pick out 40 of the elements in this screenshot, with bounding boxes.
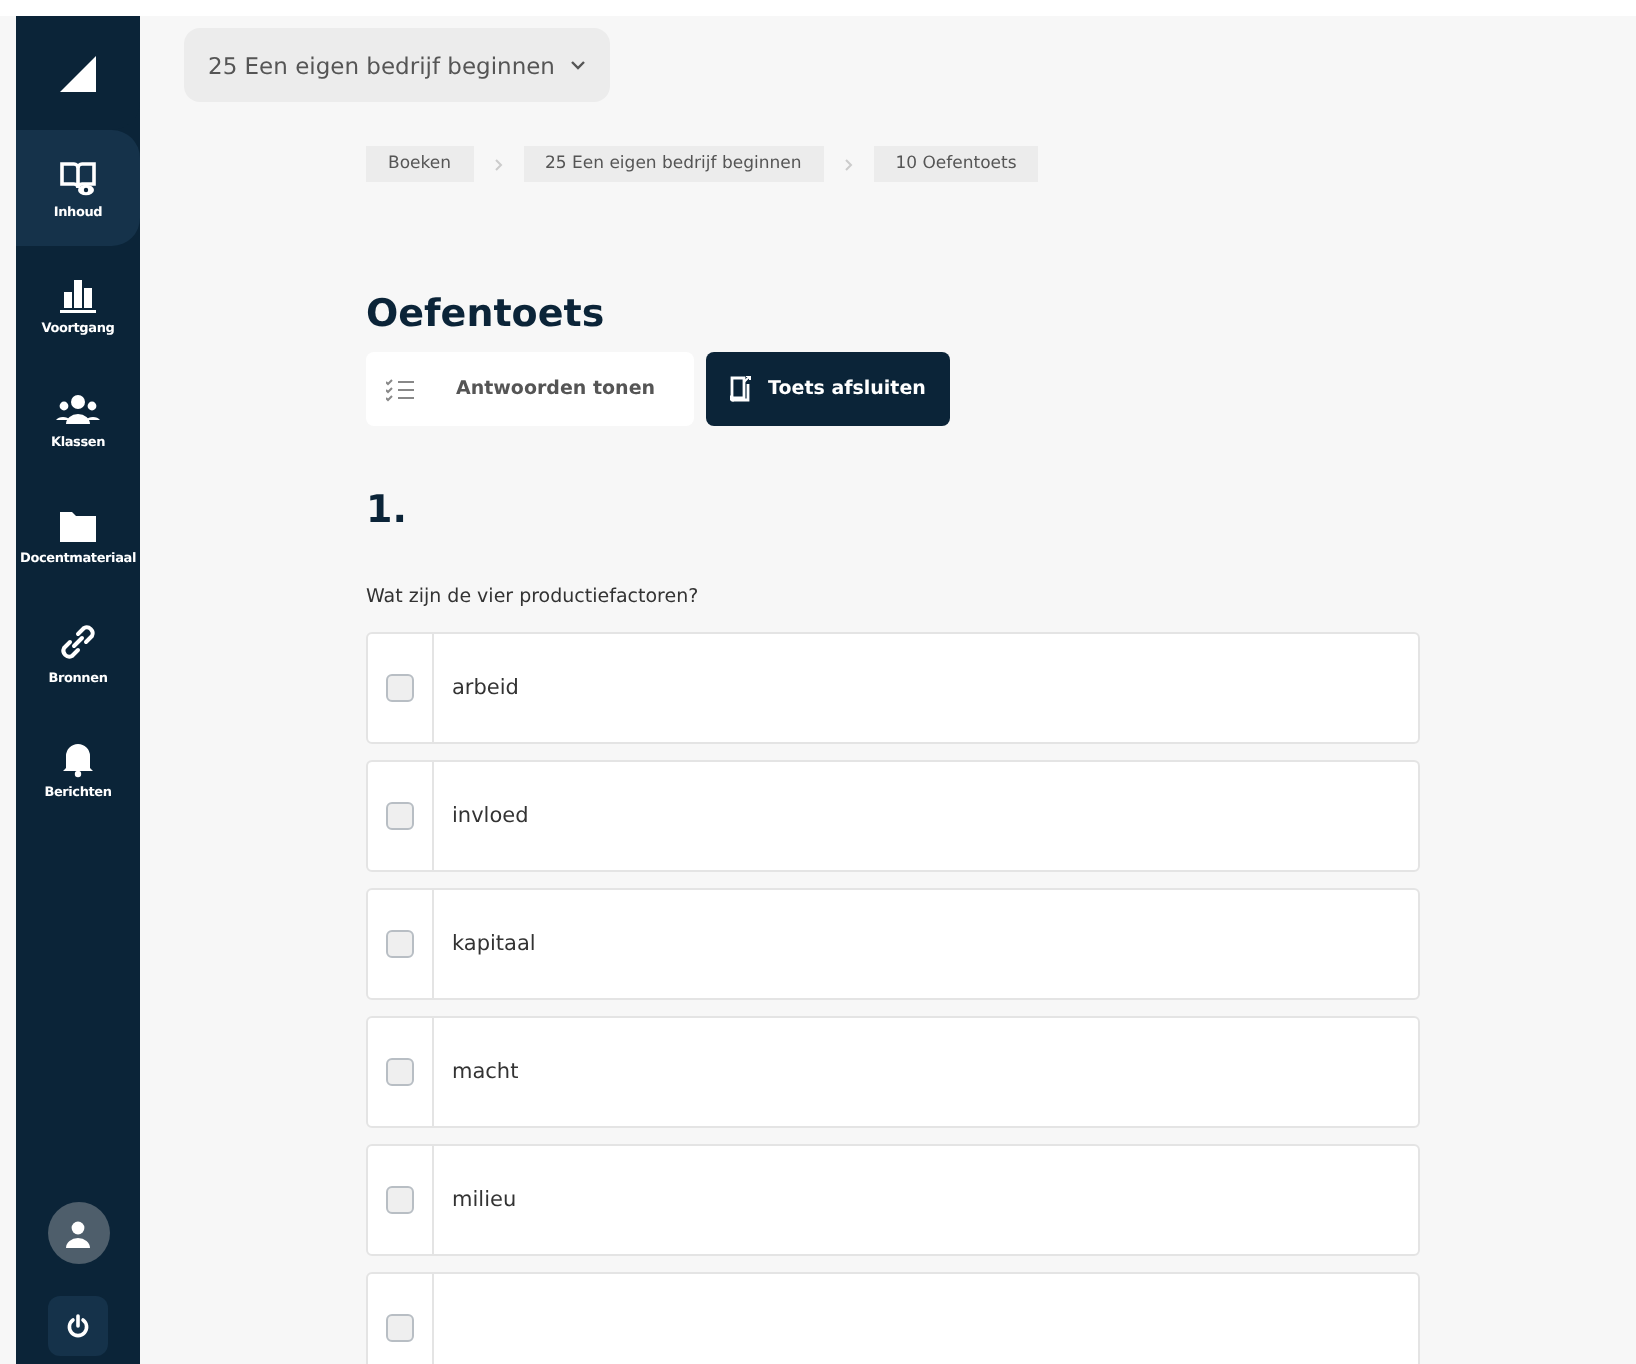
option-label: milieu bbox=[452, 1188, 517, 1212]
user-avatar[interactable] bbox=[47, 1202, 109, 1264]
checkbox[interactable] bbox=[386, 1314, 414, 1342]
checklist-icon bbox=[386, 377, 414, 401]
answer-option[interactable] bbox=[366, 1272, 1420, 1364]
checkbox[interactable] bbox=[386, 930, 414, 958]
folder-icon bbox=[58, 507, 98, 543]
breadcrumb-link[interactable]: Boeken bbox=[366, 146, 473, 182]
breadcrumb-link[interactable]: 10 Oefentoets bbox=[873, 146, 1039, 182]
chevron-right-icon bbox=[493, 157, 503, 171]
answer-option[interactable]: macht bbox=[366, 1016, 1420, 1128]
option-label: arbeid bbox=[452, 676, 519, 700]
people-icon bbox=[56, 391, 100, 427]
breadcrumb-link[interactable]: 25 Een eigen bedrijf beginnen bbox=[523, 146, 824, 182]
book-export-icon bbox=[730, 376, 752, 402]
page-title: Oefentoets bbox=[366, 292, 607, 336]
link-icon bbox=[56, 619, 100, 663]
answer-option[interactable]: arbeid bbox=[366, 632, 1420, 744]
answer-option[interactable]: milieu bbox=[366, 1144, 1420, 1256]
checkbox[interactable] bbox=[386, 1058, 414, 1086]
answer-option[interactable]: kapitaal bbox=[366, 888, 1420, 1000]
answer-option[interactable]: invloed bbox=[366, 760, 1420, 872]
chevron-down-icon bbox=[570, 60, 587, 70]
book-dropdown[interactable]: 25 Een eigen bedrijf beginnen bbox=[184, 28, 611, 102]
question-number: 1. bbox=[366, 488, 409, 532]
option-label: macht bbox=[452, 1060, 519, 1084]
close-test-button[interactable]: Toets afsluiten bbox=[706, 352, 950, 426]
option-label: kapitaal bbox=[452, 932, 536, 956]
user-silhouette-icon bbox=[64, 1219, 92, 1247]
power-icon bbox=[66, 1314, 90, 1338]
show-answers-button[interactable]: Antwoorden tonen bbox=[366, 352, 694, 426]
checkbox[interactable] bbox=[386, 1186, 414, 1214]
checkbox[interactable] bbox=[386, 802, 414, 830]
chevron-right-icon bbox=[843, 157, 854, 171]
triangle-logo-icon bbox=[60, 55, 96, 91]
question-text: Wat zijn de vier productiefactoren? bbox=[366, 586, 701, 608]
checkbox[interactable] bbox=[386, 674, 414, 702]
book-eye-icon bbox=[58, 157, 98, 197]
option-label: invloed bbox=[452, 804, 529, 828]
power-button[interactable] bbox=[48, 1296, 108, 1356]
